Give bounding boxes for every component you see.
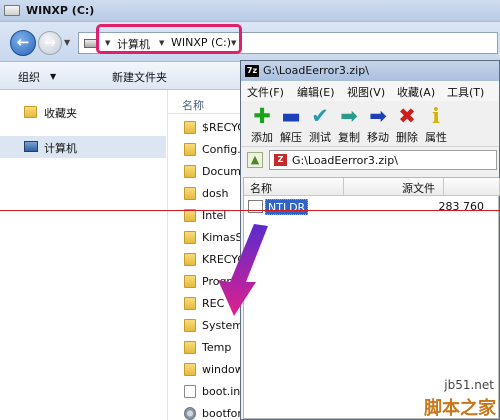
toolbar-info-button[interactable]: ℹ 属性	[421, 103, 451, 145]
7zip-size-column-header[interactable]: 源文件	[344, 178, 444, 196]
delete-icon: ✖	[398, 104, 416, 128]
explorer-title-bar[interactable]: WINXP (C:)	[0, 0, 500, 22]
name-column-label: 名称	[182, 99, 204, 112]
folder-icon	[184, 253, 196, 266]
file-icon	[248, 200, 263, 213]
back-button[interactable]: ←	[10, 30, 36, 56]
7zip-menu-bar: 文件(F) 编辑(E) 视图(V) 收藏(A) 工具(T)	[241, 81, 499, 101]
menu-file[interactable]: 文件(F)	[247, 84, 284, 100]
7zip-path-bar: ▲ Z G:\LoadEerror3.zip\	[241, 147, 499, 173]
7zip-extra-column-header[interactable]	[444, 178, 500, 196]
guide-line	[0, 210, 500, 211]
folder-icon	[184, 297, 196, 310]
name-column-header[interactable]: 名称	[168, 94, 248, 114]
folder-icon	[184, 143, 196, 156]
explorer-window-title: WINXP (C:)	[26, 4, 95, 17]
nav-computer-label: 计算机	[44, 142, 77, 155]
file-name: Config.	[202, 143, 241, 156]
up-folder-icon[interactable]: ▲	[247, 152, 263, 168]
organize-dropdown-icon[interactable]: ▼	[50, 72, 56, 81]
copy-icon: ➡	[340, 104, 358, 128]
new-folder-button[interactable]: 新建文件夹	[112, 69, 167, 85]
7zip-path-text: G:\LoadEerror3.zip\	[292, 154, 398, 167]
archive-icon: Z	[274, 154, 287, 166]
file-name: bootfon	[202, 407, 245, 420]
menu-view[interactable]: 视图(V)	[347, 84, 385, 100]
test-icon: ✔	[311, 104, 329, 128]
folder-icon	[184, 187, 196, 200]
folder-icon	[184, 341, 196, 354]
7zip-name-column-label: 名称	[250, 182, 272, 195]
folder-icon	[184, 363, 196, 376]
menu-favorites[interactable]: 收藏(A)	[397, 84, 435, 100]
menu-tools[interactable]: 工具(T)	[447, 84, 484, 100]
7zip-toolbar: ✚ 添加 ▬ 解压 ✔ 测试 ➡ 复制 ➡ 移动 ✖ 删除 ℹ 属性	[241, 101, 499, 147]
7zip-name-column-header[interactable]: 名称	[244, 178, 344, 196]
7zip-logo-icon: 7z	[245, 65, 259, 77]
favorites-folder-icon	[24, 106, 37, 118]
toolbar-label: 属性	[425, 131, 447, 144]
file-name: window	[202, 363, 244, 376]
organize-menu[interactable]: 组织	[18, 69, 40, 85]
folder-icon	[184, 319, 196, 332]
nav-favorites-label: 收藏夹	[44, 107, 77, 120]
folder-icon	[184, 165, 196, 178]
watermark-brand: 脚本之家	[424, 398, 496, 419]
breadcrumb-highlight-box	[96, 24, 242, 54]
recent-pages-dropdown-icon[interactable]: ▼	[64, 38, 70, 47]
watermark: jb51.net 脚本之家	[404, 376, 500, 420]
file-name: $RECYC	[202, 121, 245, 134]
7zip-title-bar[interactable]: 7z G:\LoadEerror3.zip\	[241, 61, 499, 81]
navigation-pane: 收藏夹 计算机	[0, 90, 168, 420]
move-icon: ➡	[369, 104, 387, 128]
file-name: Temp	[202, 341, 232, 354]
7zip-path-field[interactable]: Z G:\LoadEerror3.zip\	[269, 150, 497, 170]
forward-button[interactable]: →	[38, 31, 62, 55]
file-name: System	[202, 319, 244, 332]
7zip-window-title: G:\LoadEerror3.zip\	[263, 64, 369, 77]
file-name: dosh	[202, 187, 229, 200]
extract-icon: ▬	[281, 104, 301, 128]
folder-icon	[184, 275, 196, 288]
document-icon	[184, 385, 196, 398]
watermark-url: jb51.net	[444, 378, 494, 392]
drag-arrow-icon	[218, 224, 268, 316]
nav-computer[interactable]: 计算机	[0, 136, 166, 158]
file-name: boot.ini	[202, 385, 244, 398]
folder-icon	[184, 121, 196, 134]
drive-icon	[4, 5, 20, 16]
navigation-bar: ← → ▼ ▼ 计算机 ▼ WINXP (C:) ▼	[0, 22, 500, 62]
7zip-size-column-label: 源文件	[402, 182, 435, 195]
7zip-file-name[interactable]: NTLDR	[265, 199, 309, 215]
info-icon: ℹ	[432, 104, 440, 128]
7zip-file-size: 283 760	[438, 200, 485, 213]
add-icon: ✚	[253, 104, 271, 128]
menu-edit[interactable]: 编辑(E)	[297, 84, 335, 100]
folder-icon	[184, 231, 196, 244]
settings-file-icon	[184, 407, 196, 420]
7zip-file-row[interactable]: NTLDR 283 760	[248, 198, 500, 216]
computer-icon	[24, 141, 38, 152]
